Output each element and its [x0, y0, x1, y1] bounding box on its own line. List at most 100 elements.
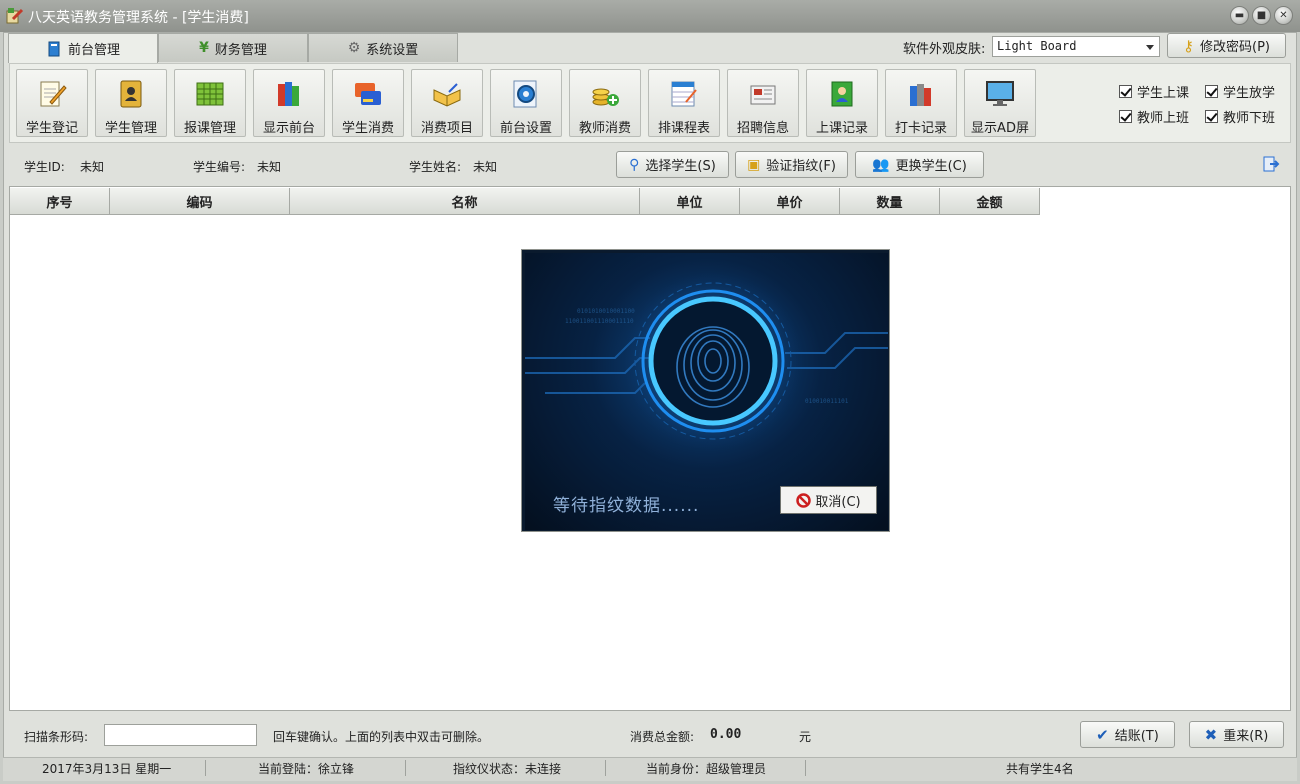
tool-label: 排课程表 — [657, 121, 710, 136]
maximize-button[interactable]: ■ — [1252, 6, 1271, 25]
column-header[interactable]: 序号 — [10, 188, 110, 215]
column-header[interactable]: 名称 — [290, 188, 640, 215]
status-divider — [605, 760, 606, 776]
select-student-label: 选择学生(S) — [645, 159, 716, 174]
fingerprint-wait-message: 等待指纹数据...... — [553, 496, 700, 516]
tool-consume-items[interactable]: 消费项目 — [411, 69, 483, 137]
tool-course-manage[interactable]: 报课管理 — [174, 69, 246, 137]
key-icon: ⚷ — [1183, 36, 1194, 55]
tool-student-consume[interactable]: 学生消费 — [332, 69, 404, 137]
checkout-button[interactable]: ✔ 结账(T) — [1080, 721, 1175, 748]
x-icon: ✖ — [1204, 725, 1218, 744]
fingerprint-folder-icon: ▣ — [747, 156, 761, 173]
tool-label: 显示AD屏 — [971, 121, 1029, 136]
minimize-button[interactable]: ▬ — [1230, 6, 1249, 25]
student-number-value: 未知 — [257, 160, 282, 174]
users-icon: 👥 — [872, 156, 890, 173]
total-value: 0.00 — [710, 727, 742, 742]
search-icon: ⚲ — [629, 156, 640, 173]
student-name-value: 未知 — [473, 160, 498, 174]
tab-label: 系统设置 — [366, 42, 419, 58]
column-header[interactable]: 单价 — [740, 188, 840, 215]
skin-value: Light Board — [997, 39, 1077, 53]
tab-finance[interactable]: ¥ 财务管理 — [158, 33, 308, 62]
chevron-down-icon — [1146, 45, 1154, 50]
books-icon — [278, 82, 299, 106]
checkbox-label: 教师上班 — [1137, 111, 1190, 126]
tool-label: 招聘信息 — [736, 121, 789, 136]
skin-select[interactable]: Light Board — [992, 36, 1160, 57]
column-header[interactable]: 数量 — [840, 188, 940, 215]
tool-student-register[interactable]: 学生登记 — [16, 69, 88, 137]
tool-punch-records[interactable]: 打卡记录 — [885, 69, 957, 137]
app-icon — [6, 8, 24, 24]
checkout-label: 结账(T) — [1114, 729, 1159, 744]
maximize-icon: ■ — [1256, 9, 1267, 21]
tool-label: 学生消费 — [341, 121, 394, 136]
checkbox-label: 学生放学 — [1223, 86, 1276, 101]
checkmark-icon: ✔ — [1096, 725, 1109, 744]
tool-label: 消费项目 — [420, 121, 473, 136]
monitor-icon — [986, 81, 1014, 106]
tool-schedule[interactable]: 排课程表 — [648, 69, 720, 137]
checkbox-teacher-out[interactable]: 教师下班 — [1205, 107, 1275, 126]
tool-student-manage[interactable]: 学生管理 — [95, 69, 167, 137]
column-header[interactable]: 单位 — [640, 188, 740, 215]
verify-fingerprint-label: 验证指纹(F) — [766, 159, 836, 174]
checkbox-label: 学生上课 — [1137, 86, 1190, 101]
tool-recruit-info[interactable]: 招聘信息 — [727, 69, 799, 137]
tool-label: 前台设置 — [499, 121, 552, 136]
status-device: 指纹仪状态：未连接 — [453, 762, 562, 776]
tool-front-settings[interactable]: 前台设置 — [490, 69, 562, 137]
tool-teacher-consume[interactable]: 教师消费 — [569, 69, 641, 137]
close-icon: ✕ — [1279, 9, 1288, 21]
prohibited-icon — [796, 492, 812, 508]
scan-hint: 回车键确认。上面的列表中双击可删除。 — [273, 730, 490, 744]
scan-label: 扫描条形码: — [24, 730, 89, 744]
exit-icon[interactable] — [1262, 155, 1280, 173]
reset-button[interactable]: ✖ 重来(R) — [1189, 721, 1284, 748]
tool-show-front[interactable]: 显示前台 — [253, 69, 325, 137]
barcode-input[interactable] — [104, 724, 257, 746]
total-label: 消费总金额: — [630, 730, 695, 744]
status-divider — [205, 760, 206, 776]
tool-label: 打卡记录 — [894, 121, 947, 136]
select-student-button[interactable]: ⚲ 选择学生(S) — [616, 151, 729, 178]
column-header[interactable]: 编码 — [110, 188, 290, 215]
coins-add-icon — [592, 88, 619, 106]
status-login: 当前登陆：徐立锋 — [258, 762, 355, 776]
fingerprint-dialog: 1100110011100011110 0101010010001100 010… — [521, 249, 890, 532]
book-icon — [48, 41, 60, 56]
student-name-label: 学生姓名: — [409, 160, 462, 174]
credit-card-icon — [355, 83, 381, 105]
checkbox-student-leave[interactable]: 学生放学 — [1205, 82, 1275, 101]
module-tabs: 前台管理 ¥ 财务管理 ⚙ 系统设置 — [8, 33, 458, 63]
status-divider — [805, 760, 806, 776]
tool-label: 上课记录 — [815, 121, 868, 136]
column-header[interactable]: 金额 — [940, 188, 1040, 215]
settings-gear-icon — [513, 80, 537, 108]
close-button[interactable]: ✕ — [1274, 6, 1293, 25]
student-number-label: 学生编号: — [193, 160, 246, 174]
change-password-label: 修改密码(P) — [1200, 40, 1270, 55]
tab-system-settings[interactable]: ⚙ 系统设置 — [308, 33, 458, 62]
verify-fingerprint-button[interactable]: ▣ 验证指纹(F) — [735, 151, 848, 178]
fingerprint-cancel-label: 取消(C) — [815, 494, 861, 510]
contact-book-icon — [120, 80, 142, 108]
checkbox-student-attend[interactable]: 学生上课 — [1119, 82, 1189, 101]
tool-show-ad-screen[interactable]: 显示AD屏 — [964, 69, 1036, 137]
checkbox-box[interactable] — [1119, 85, 1132, 98]
currency-label: 元 — [799, 730, 812, 744]
tab-front-desk[interactable]: 前台管理 — [8, 33, 158, 63]
fingerprint-cancel-button[interactable]: 取消(C) — [780, 486, 877, 514]
status-student-count: 共有学生4名 — [1006, 762, 1074, 776]
change-student-button[interactable]: 👥 更换学生(C) — [855, 151, 984, 178]
student-id-label: 学生ID: — [24, 160, 65, 174]
change-password-button[interactable]: ⚷ 修改密码(P) — [1167, 33, 1286, 58]
tool-label: 教师消费 — [578, 121, 631, 136]
tool-class-records[interactable]: 上课记录 — [806, 69, 878, 137]
checkbox-box[interactable] — [1205, 85, 1218, 98]
checkbox-teacher-in[interactable]: 教师上班 — [1119, 107, 1189, 126]
checkbox-box[interactable] — [1119, 110, 1132, 123]
checkbox-box[interactable] — [1205, 110, 1218, 123]
